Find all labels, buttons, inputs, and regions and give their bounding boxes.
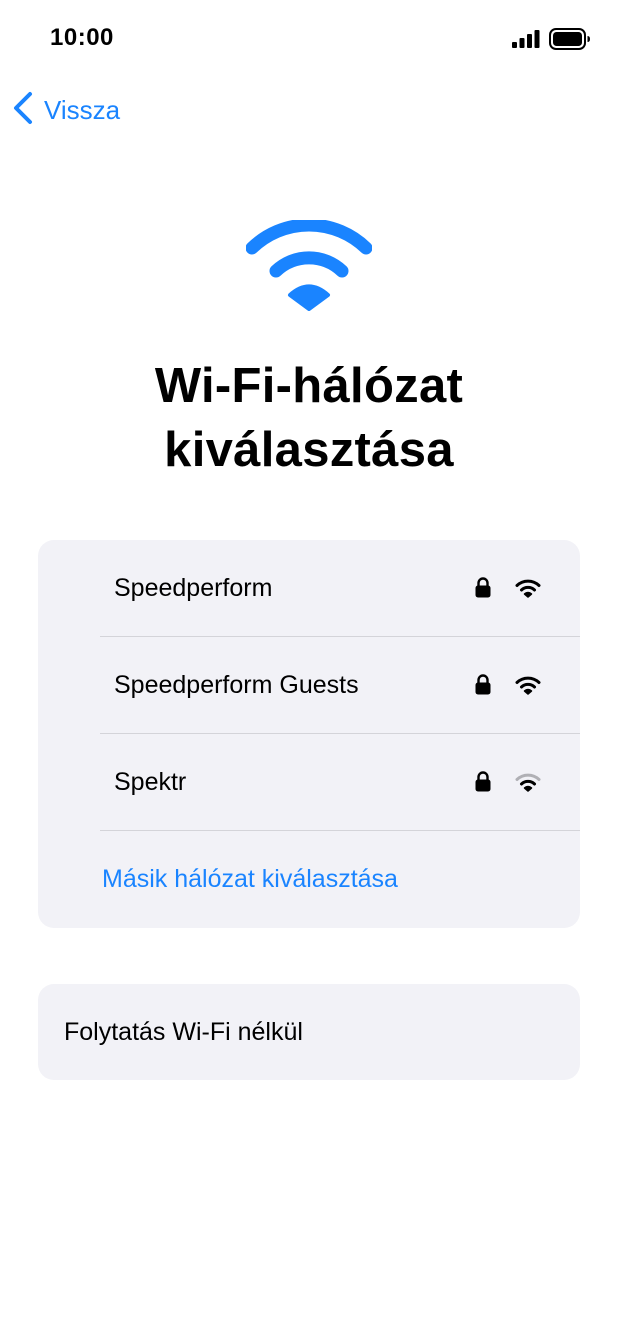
lock-icon — [475, 577, 491, 603]
status-time: 10:00 — [50, 24, 114, 51]
chevron-left-icon — [12, 91, 34, 130]
network-name: Speedperform Guests — [114, 671, 359, 699]
other-network-button[interactable]: Másik hálózat kiválasztása — [102, 831, 398, 928]
continue-without-wifi-label: Folytatás Wi-Fi nélkül — [64, 1018, 303, 1046]
battery-full-icon — [549, 28, 591, 55]
network-row-speedperform-guests[interactable]: Speedperform Guests — [38, 637, 580, 734]
lock-icon — [475, 771, 491, 797]
cellular-signal-icon — [512, 30, 540, 53]
lock-icon — [475, 674, 491, 700]
wifi-signal-full-icon — [515, 579, 541, 603]
page-title-line-1: Wi-Fi-hálózat — [154, 359, 464, 413]
network-name: Spektr — [114, 768, 187, 796]
wifi-signal-full-icon — [515, 676, 541, 700]
network-row-speedperform[interactable]: Speedperform — [38, 540, 580, 637]
page-title: Wi-Fi-hálózat kiválasztása — [0, 354, 618, 482]
status-bar: 10:00 — [0, 0, 618, 80]
network-name: Speedperform — [114, 574, 273, 602]
network-row-spektr[interactable]: Spektr — [38, 734, 580, 831]
continue-without-wifi-button[interactable]: Folytatás Wi-Fi nélkül — [38, 984, 580, 1080]
back-button[interactable]: Vissza — [12, 91, 121, 130]
wifi-icon — [245, 218, 373, 317]
wifi-signal-weak-icon — [515, 773, 541, 797]
page-title-line-2: kiválasztása — [164, 423, 454, 477]
back-label: Vissza — [44, 94, 121, 125]
network-list: Speedperform Speedperform Guests Spektr … — [38, 540, 580, 928]
